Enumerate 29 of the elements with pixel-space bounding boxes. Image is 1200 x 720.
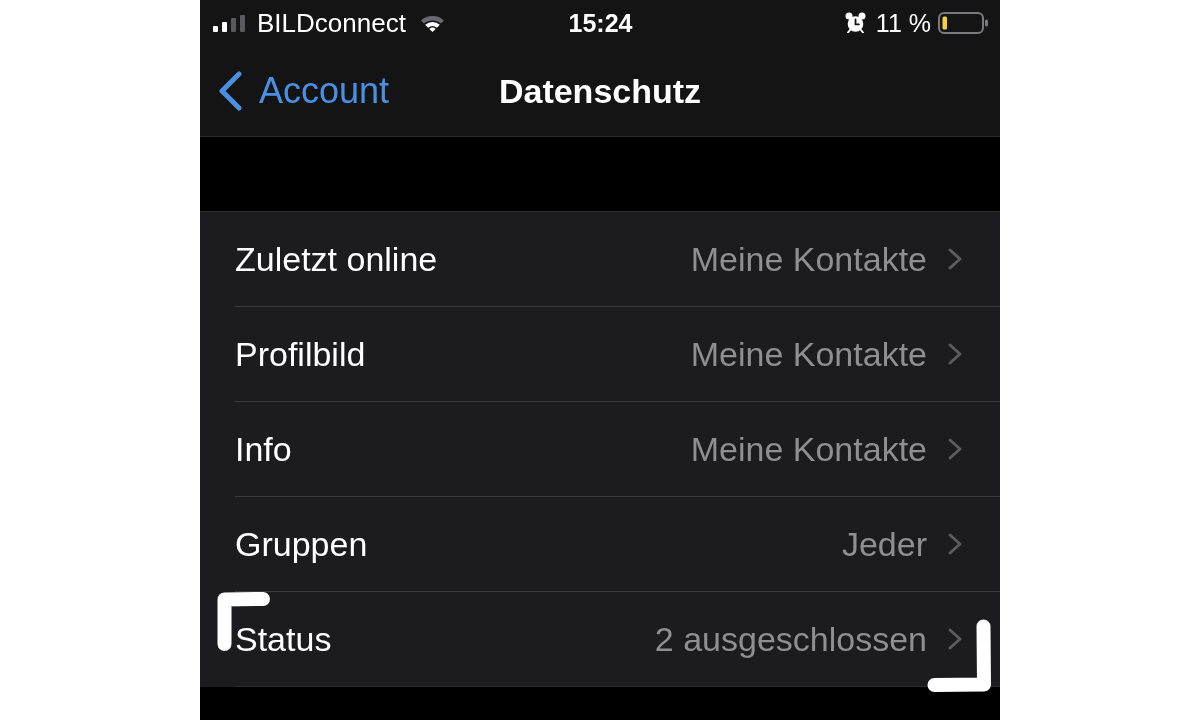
setting-value: Jeder	[841, 524, 927, 564]
status-time: 15:24	[568, 8, 633, 37]
settings-row[interactable]: Info Meine Kontakte	[200, 402, 1000, 497]
wifi-icon	[419, 13, 445, 32]
settings-row[interactable]: Profilbild Meine Kontakte	[200, 307, 1000, 402]
battery-icon	[938, 11, 988, 34]
chevron-right-icon	[947, 532, 963, 556]
setting-value: Meine Kontakte	[690, 239, 927, 279]
chevron-right-icon	[947, 627, 963, 651]
setting-value: 2 ausgeschlossen	[654, 619, 927, 659]
setting-label: Info	[235, 429, 292, 469]
setting-label: Profilbild	[235, 334, 366, 374]
chevron-right-icon	[947, 247, 963, 271]
carrier-name: BILDconnect	[257, 7, 406, 38]
screen-title: Datenschutz	[498, 71, 702, 110]
setting-label: Zuletzt online	[235, 239, 438, 279]
back-button[interactable]: Account	[217, 68, 390, 113]
settings-row[interactable]: Zuletzt online Meine Kontakte	[200, 212, 1000, 307]
alarm-clock-icon	[844, 12, 866, 33]
signal-bars-icon	[213, 14, 245, 32]
battery-percentage: 11 %	[875, 7, 931, 38]
chevron-left-icon	[217, 70, 243, 111]
chevron-right-icon	[947, 437, 963, 461]
setting-value: Meine Kontakte	[690, 334, 927, 374]
setting-value: Meine Kontakte	[690, 429, 927, 469]
chevron-right-icon	[947, 342, 963, 366]
settings-row[interactable]: Gruppen Jeder	[200, 497, 1000, 592]
setting-label: Status	[235, 619, 332, 659]
setting-label: Gruppen	[235, 524, 368, 564]
